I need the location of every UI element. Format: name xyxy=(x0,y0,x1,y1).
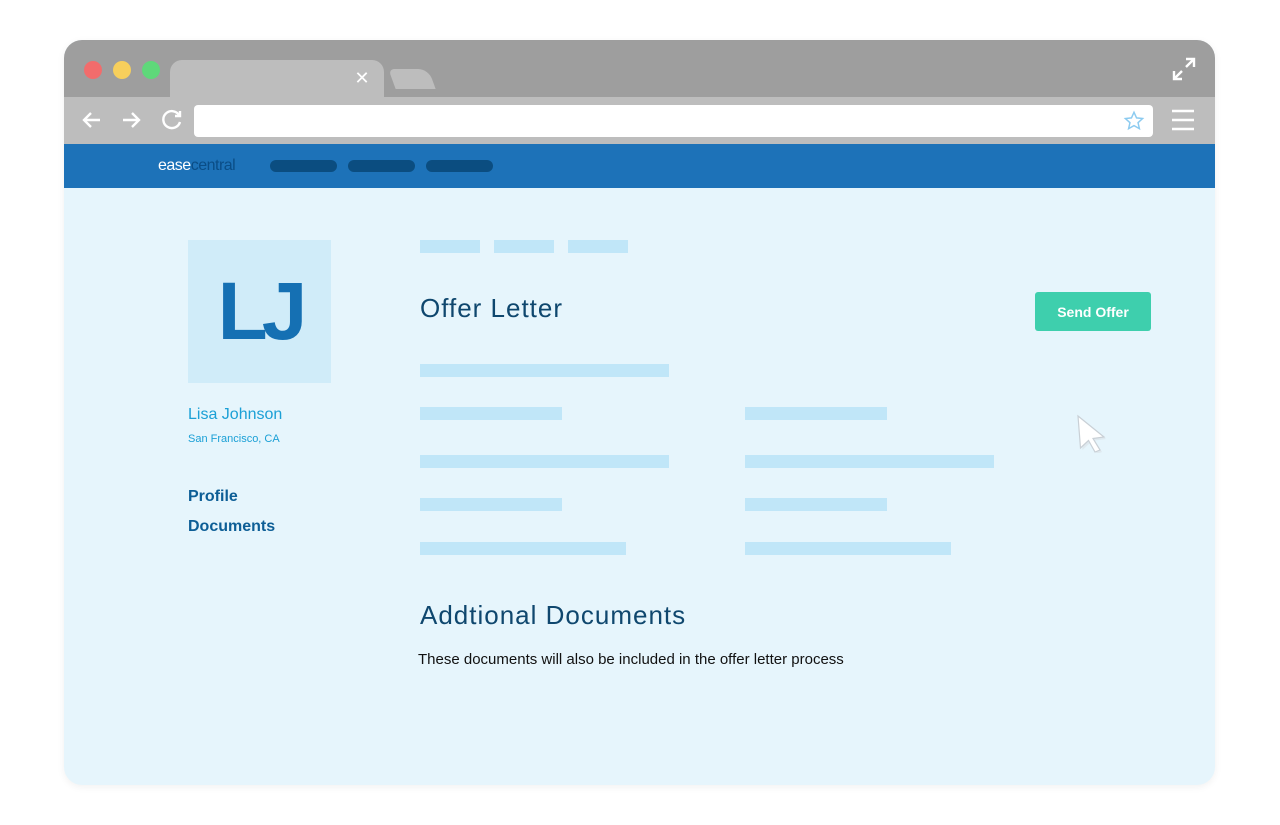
logo-text-ease: ease xyxy=(158,157,191,174)
close-window-button[interactable] xyxy=(84,61,102,79)
nav-item-placeholder[interactable] xyxy=(426,160,493,172)
mouse-pointer-icon xyxy=(1077,414,1106,453)
nav-item-placeholder[interactable] xyxy=(270,160,337,172)
maximize-window-button[interactable] xyxy=(142,61,160,79)
forward-arrow-icon[interactable] xyxy=(119,108,143,132)
text-placeholder-bar xyxy=(420,364,669,377)
additional-documents-description: These documents will also be included in… xyxy=(418,651,844,668)
minimize-window-button[interactable] xyxy=(113,61,131,79)
browser-tab-active[interactable] xyxy=(170,60,384,97)
nav-item-placeholder[interactable] xyxy=(348,160,415,172)
main-content: LJ Lisa Johnson San Francisco, CA Profil… xyxy=(64,188,1215,785)
user-name: Lisa Johnson xyxy=(188,406,283,423)
text-placeholder-bar xyxy=(745,455,994,468)
back-arrow-icon[interactable] xyxy=(80,108,104,132)
browser-window: ✕ easecentral LJ Lisa Johnson San Franci… xyxy=(64,40,1215,785)
logo-text-central: central xyxy=(190,157,236,174)
user-location: San Francisco, CA xyxy=(188,433,280,445)
browser-titlebar: ✕ xyxy=(64,40,1215,97)
text-placeholder-bar xyxy=(420,455,669,468)
text-placeholder-bar xyxy=(745,542,951,555)
bookmark-star-icon[interactable] xyxy=(1123,110,1145,132)
page-title: Offer Letter xyxy=(420,293,564,323)
text-placeholder-bar xyxy=(420,407,562,420)
new-tab-button[interactable] xyxy=(388,69,436,89)
breadcrumb-placeholder[interactable] xyxy=(568,240,628,253)
text-placeholder-bar xyxy=(420,498,562,511)
breadcrumb-placeholder[interactable] xyxy=(420,240,480,253)
send-offer-button[interactable]: Send Offer xyxy=(1035,292,1151,331)
text-placeholder-bar xyxy=(420,542,626,555)
close-tab-icon[interactable]: ✕ xyxy=(354,69,370,87)
easecentral-logo[interactable]: easecentral xyxy=(158,157,236,175)
sidebar-item-documents[interactable]: Documents xyxy=(188,518,275,536)
fullscreen-icon[interactable] xyxy=(1171,56,1197,82)
app-header: easecentral xyxy=(64,144,1215,188)
additional-documents-title: Addtional Documents xyxy=(420,600,687,630)
sidebar-item-profile[interactable]: Profile xyxy=(188,488,238,506)
text-placeholder-bar xyxy=(745,407,887,420)
avatar: LJ xyxy=(188,240,331,383)
avatar-initials: LJ xyxy=(217,266,308,357)
reload-icon[interactable] xyxy=(160,108,184,132)
text-placeholder-bar xyxy=(745,498,887,511)
breadcrumb-placeholder[interactable] xyxy=(494,240,554,253)
browser-toolbar xyxy=(64,97,1215,144)
address-bar[interactable] xyxy=(194,105,1153,137)
hamburger-menu-icon[interactable] xyxy=(1171,109,1195,131)
